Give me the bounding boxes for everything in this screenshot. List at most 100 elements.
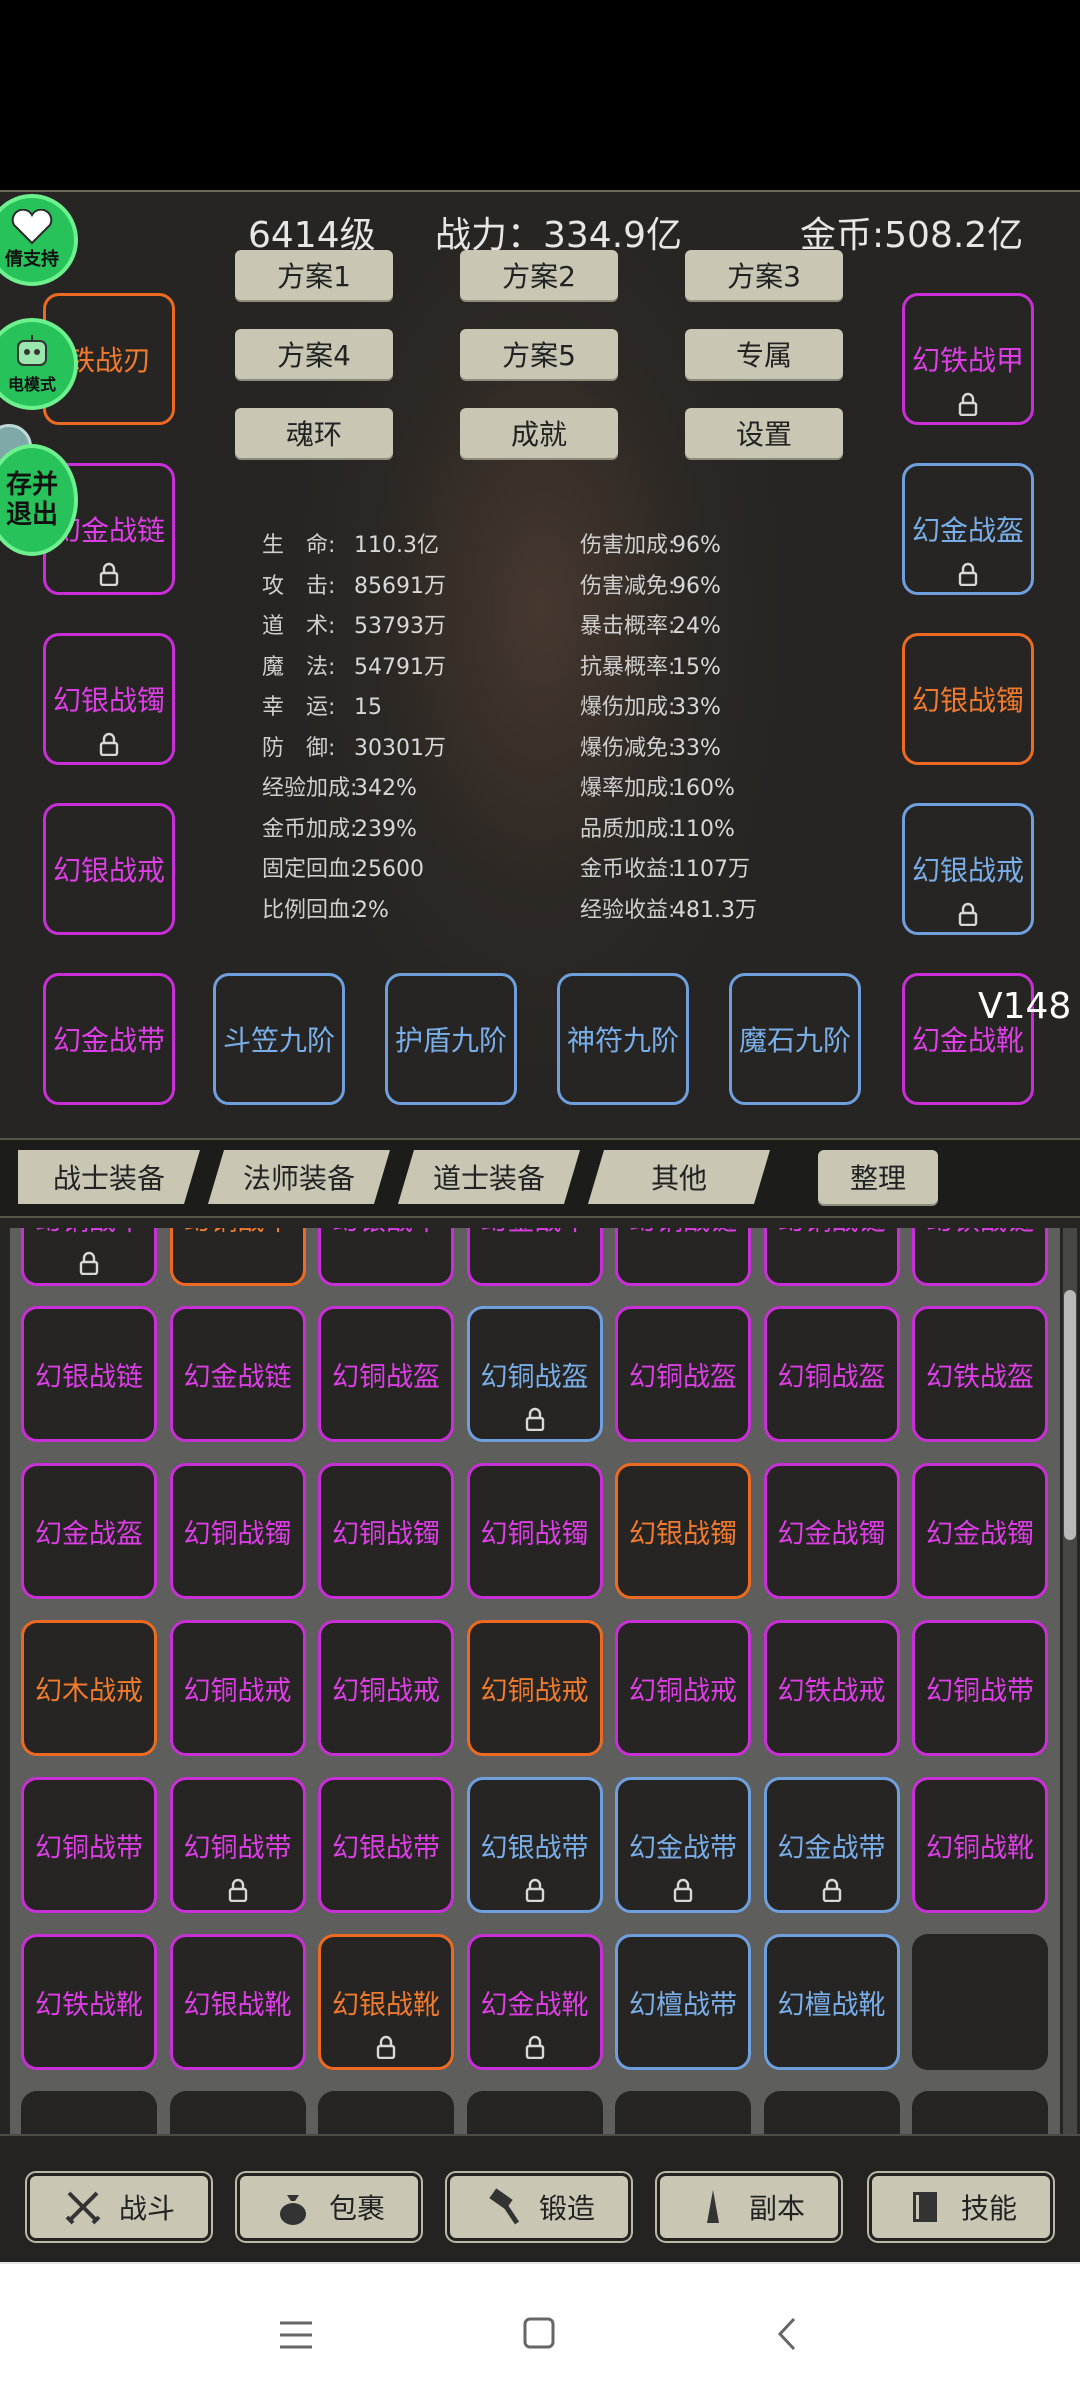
empty-slot[interactable] — [318, 2091, 454, 2134]
tab-4[interactable]: 其他 — [588, 1150, 770, 1204]
system-navigation-bar — [0, 2262, 1080, 2402]
menu-button[interactable]: 方案5 — [460, 329, 618, 379]
stat-value: 110.3亿 — [354, 533, 439, 558]
inventory-item[interactable]: 幻银战靴 — [318, 1934, 454, 2070]
inventory-item[interactable]: 幻银战镯 — [615, 1463, 751, 1599]
back-icon[interactable] — [776, 2316, 798, 2352]
item-name: 幻檀战靴 — [777, 1989, 886, 2021]
version-label: V148 — [978, 986, 1072, 1027]
inventory-item[interactable]: 幻铜战戒 — [466, 1620, 603, 1756]
equipment-slot[interactable]: 幻铁战甲 — [902, 293, 1034, 425]
menu-button[interactable]: 成就 — [460, 408, 618, 458]
stat-row: 攻 击: 85691万 — [262, 568, 446, 600]
item-name: 幻铜战戒 — [183, 1675, 292, 1707]
equipment-slot[interactable]: 幻银战戒 — [43, 803, 175, 935]
inventory-item[interactable]: 幻铜战盔 — [615, 1306, 751, 1442]
lock-icon — [524, 1407, 546, 1432]
inventory-item[interactable]: 幻铁战盔 — [912, 1306, 1048, 1442]
inventory-item[interactable]: 幻金战靴 — [466, 1934, 603, 2070]
inventory-item[interactable]: 幻铜战盔 — [318, 1306, 454, 1442]
scrollbar-thumb[interactable] — [1064, 1290, 1076, 1540]
inventory-item[interactable]: 幻檀战带 — [615, 1934, 751, 2070]
inventory-item[interactable]: 幻铜战戒 — [169, 1620, 306, 1756]
inventory-item[interactable]: 幻银战靴 — [169, 1934, 306, 2070]
equipment-slot[interactable]: 神符九阶 — [557, 973, 689, 1105]
inventory-item[interactable]: 幻铜战带 — [169, 1777, 306, 1913]
menu-button[interactable]: 设置 — [685, 408, 843, 458]
inventory-item[interactable]: 幻铜战镯 — [318, 1463, 454, 1599]
inventory-item[interactable]: 幻木战戒 — [21, 1620, 157, 1756]
stat-row: 爆伤减免:33% — [580, 730, 721, 762]
inventory-item[interactable]: 幻铜战靴 — [912, 1777, 1048, 1913]
inventory-grid[interactable]: 幻铜战甲 幻铜战甲 幻银战甲 幻金战甲 幻铜战链 幻铜战链 幻铁战链幻银战链 幻金战链 幻铜战盔… — [10, 1228, 1060, 2134]
inventory-item[interactable]: 幻铜战戒 — [318, 1620, 454, 1756]
sort-button[interactable]: 整理 — [818, 1150, 938, 1204]
inventory-item[interactable]: 幻铜战甲 — [169, 1228, 306, 1286]
inventory-item[interactable]: 幻银战链 — [21, 1306, 157, 1442]
stat-label: 品质加成: — [580, 816, 676, 842]
home-icon[interactable] — [522, 2316, 556, 2350]
tab-2[interactable]: 法师装备 — [208, 1150, 390, 1204]
inventory-item[interactable]: 幻铜战戒 — [615, 1620, 751, 1756]
inventory-item[interactable]: 幻银战带 — [466, 1777, 603, 1913]
nav-button-3[interactable]: 锻造 — [450, 2176, 628, 2238]
menu-button-label: 魂环 — [285, 418, 342, 451]
inventory-item[interactable]: 幻铜战带 — [912, 1620, 1048, 1756]
inventory-item[interactable]: 幻银战带 — [318, 1777, 454, 1913]
empty-slot[interactable] — [21, 2091, 157, 2134]
equipment-slot[interactable]: 幻金战带 — [43, 973, 175, 1105]
inventory-item[interactable]: 幻铁战链 — [912, 1228, 1048, 1286]
equipment-slot[interactable]: 魔石九阶 — [729, 973, 861, 1105]
tab-1[interactable]: 战士装备 — [18, 1150, 200, 1204]
inventory-item[interactable]: 幻铜战带 — [21, 1777, 157, 1913]
inventory-item[interactable]: 幻檀战靴 — [763, 1934, 900, 2070]
menu-icon[interactable] — [278, 2320, 314, 2350]
inventory-item[interactable]: 幻金战带 — [615, 1777, 751, 1913]
inventory-item[interactable]: 幻金战链 — [169, 1306, 306, 1442]
equipment-slot[interactable]: 斗笠九阶 — [213, 973, 345, 1105]
inventory-item[interactable]: 幻金战甲 — [466, 1228, 603, 1286]
empty-slot[interactable] — [912, 2091, 1048, 2134]
inventory-item[interactable]: 幻金战镯 — [912, 1463, 1048, 1599]
menu-button-label: 方案4 — [277, 339, 351, 372]
menu-button-label: 方案1 — [277, 260, 351, 293]
nav-button-5[interactable]: 技能 — [872, 2176, 1050, 2238]
inventory-item[interactable]: 幻铜战镯 — [466, 1463, 603, 1599]
menu-button[interactable]: 方案4 — [235, 329, 393, 379]
inventory-item[interactable]: 幻铜战镯 — [169, 1463, 306, 1599]
inventory-item[interactable]: 幻银战甲 — [318, 1228, 454, 1286]
menu-button[interactable]: 魂环 — [235, 408, 393, 458]
inventory-item[interactable]: 幻金战镯 — [763, 1463, 900, 1599]
empty-slot[interactable] — [763, 2091, 900, 2134]
nav-button-2[interactable]: 包裹 — [240, 2176, 418, 2238]
equipment-slot[interactable]: 幻银战镯 — [902, 633, 1034, 765]
inventory-item[interactable]: 幻铜战盔 — [466, 1306, 603, 1442]
nav-label: 技能 — [960, 2192, 1017, 2225]
inventory-item[interactable]: 幻铜战甲 — [21, 1228, 157, 1286]
equipment-slot[interactable]: 幻银战戒 — [902, 803, 1034, 935]
menu-button[interactable]: 方案3 — [685, 250, 843, 300]
stat-row: 品质加成:110% — [580, 811, 735, 843]
equipment-slot[interactable]: 护盾九阶 — [385, 973, 517, 1105]
item-name: 幻金战带 — [629, 1832, 737, 1864]
inventory-item[interactable]: 幻铜战链 — [763, 1228, 900, 1286]
tab-3[interactable]: 道士装备 — [398, 1150, 580, 1204]
inventory-item[interactable]: 幻铜战盔 — [763, 1306, 900, 1442]
menu-button[interactable]: 专属 — [685, 329, 843, 379]
inventory-item[interactable]: 幻铁战靴 — [21, 1934, 157, 2070]
menu-button[interactable]: 方案1 — [235, 250, 393, 300]
stat-label: 金币加成: — [262, 816, 358, 842]
empty-slot[interactable] — [912, 1934, 1048, 2070]
inventory-item[interactable]: 幻金战带 — [763, 1777, 900, 1913]
empty-slot[interactable] — [615, 2091, 751, 2134]
menu-button[interactable]: 方案2 — [460, 250, 618, 300]
inventory-item[interactable]: 幻铜战链 — [615, 1228, 751, 1286]
inventory-item[interactable]: 幻金战盔 — [21, 1463, 157, 1599]
empty-slot[interactable] — [169, 2091, 306, 2134]
inventory-item[interactable]: 幻铁战戒 — [763, 1620, 900, 1756]
nav-button-4[interactable]: 副本 — [660, 2176, 838, 2238]
empty-slot[interactable] — [466, 2091, 603, 2134]
equipment-slot[interactable]: 幻银战镯 — [43, 633, 175, 765]
equipment-slot[interactable]: 幻金战盔 — [902, 463, 1034, 595]
nav-button-1[interactable]: 战斗 — [30, 2176, 208, 2238]
